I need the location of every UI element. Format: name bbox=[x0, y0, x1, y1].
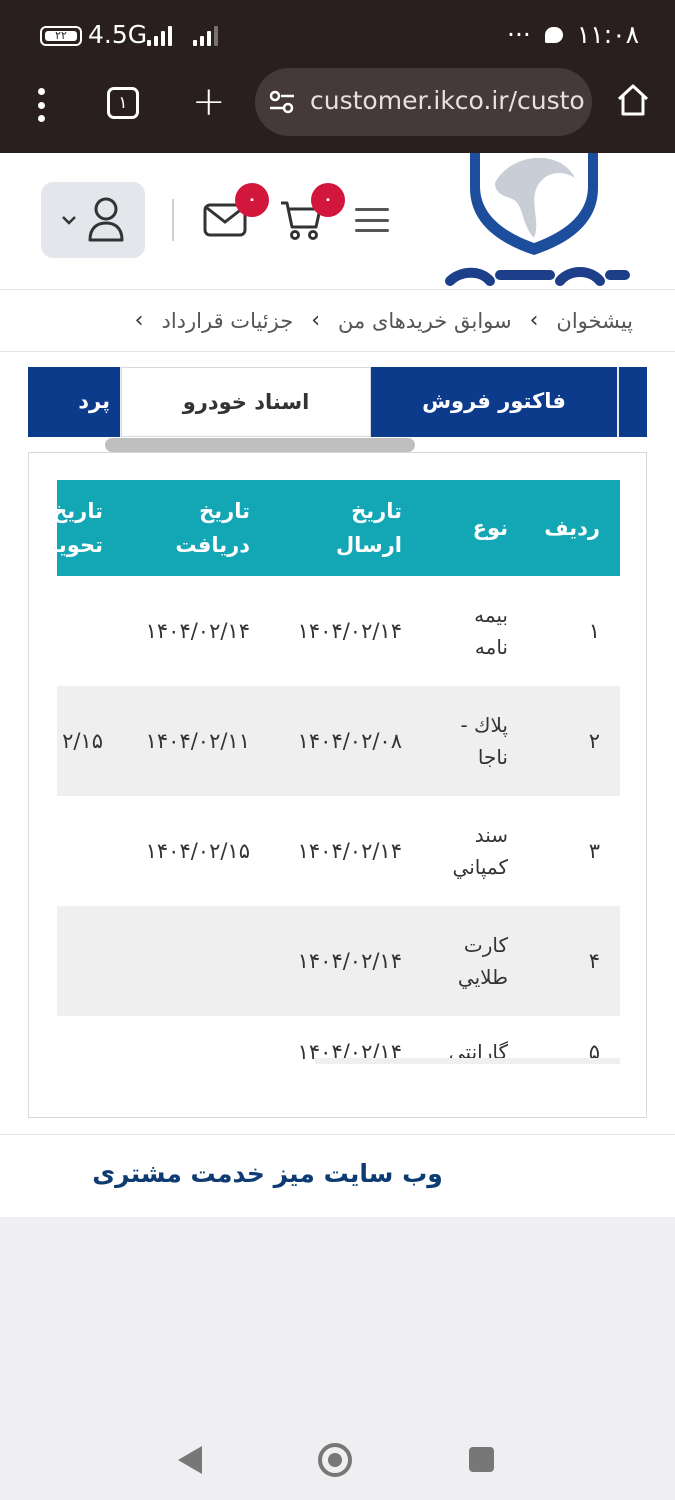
back-icon[interactable] bbox=[178, 1446, 202, 1474]
recent-apps-icon[interactable] bbox=[469, 1447, 494, 1472]
browser-menu-icon[interactable] bbox=[36, 88, 46, 122]
breadcrumb-separator-icon: › bbox=[529, 308, 539, 333]
tab-sales-invoice[interactable]: فاکتور فروش bbox=[371, 367, 617, 437]
breadcrumb-separator-icon: › bbox=[134, 308, 144, 333]
cell-send-date: ۱۴۰۴/۰۲/۱۴ bbox=[297, 949, 402, 973]
chat-notification-icon bbox=[544, 26, 563, 43]
customer-service-link[interactable]: وب سایت میز خدمت مشتری bbox=[0, 1159, 675, 1188]
cell-send-date: ۱۴۰۴/۰۲/۱۴ bbox=[297, 619, 402, 643]
document-tabs: فاکتور فروش اسناد خودرو پرد bbox=[28, 367, 647, 437]
site-header: ۰ ۰ bbox=[0, 153, 675, 290]
cell-row-number: ۴ bbox=[588, 949, 600, 973]
system-nav-bar bbox=[0, 1410, 675, 1500]
cell-receive-date: ۱۴۰۴/۰۲/۱۴ bbox=[145, 619, 250, 643]
hamburger-menu-icon[interactable] bbox=[355, 208, 389, 232]
documents-table-panel: ردیف نوع تاریخ ارسال تاریخ دریافت تاریخ … bbox=[28, 452, 647, 1118]
cell-row-number: ۲ bbox=[588, 729, 600, 753]
cell-send-date: ۱۴۰۴/۰۲/۰۸ bbox=[297, 729, 402, 753]
documents-table: ردیف نوع تاریخ ارسال تاریخ دریافت تاریخ … bbox=[57, 480, 620, 1085]
header-delivery-date: تاریخ تحویل bbox=[57, 499, 103, 557]
browser-toolbar: ۱ + customer.ikco.ir/custo bbox=[0, 68, 675, 153]
tab-switcher-button[interactable]: ۱ bbox=[107, 87, 139, 119]
url-text[interactable]: customer.ikco.ir/custo bbox=[310, 86, 585, 115]
breadcrumb-item-contract-details[interactable]: جزئیات قرارداد bbox=[161, 309, 293, 333]
table-row: ۲ پلاك - ناجا ۱۴۰۴/۰۲/۰۸ ۱۴۰۴/۰۲/۱۱ ۲/۱۵ bbox=[57, 686, 620, 796]
cell-type: بیمه نامه bbox=[474, 603, 508, 659]
network-type: 4.5G bbox=[88, 20, 148, 49]
ikco-logo[interactable] bbox=[440, 153, 630, 290]
cell-type: پلاك - ناجا bbox=[460, 713, 508, 769]
user-icon bbox=[88, 197, 124, 242]
home-icon[interactable] bbox=[615, 82, 651, 118]
cell-receive-date: ۱۴۰۴/۰۲/۱۱ bbox=[145, 729, 250, 753]
breadcrumb-item-dashboard[interactable]: پیشخوان bbox=[556, 309, 633, 333]
tab-payment[interactable]: پرد bbox=[28, 367, 120, 437]
site-settings-icon[interactable] bbox=[269, 90, 295, 114]
mail-count-badge: ۰ bbox=[235, 183, 269, 217]
battery-icon: ۲۲ bbox=[40, 26, 82, 46]
address-bar[interactable]: customer.ikco.ir/custo bbox=[255, 68, 592, 136]
cell-delivery-date: ۲/۱۵ bbox=[62, 729, 103, 753]
table-header: ردیف نوع تاریخ ارسال تاریخ دریافت تاریخ … bbox=[57, 480, 620, 576]
cart-count-badge: ۰ bbox=[311, 183, 345, 217]
tabs-scrollbar[interactable] bbox=[105, 438, 415, 452]
table-row: ۵ گارانتي ۱۴۰۴/۰۲/۱۴ bbox=[57, 1016, 620, 1085]
cell-row-number: ۱ bbox=[588, 619, 600, 643]
cell-send-date: ۱۴۰۴/۰۲/۱۴ bbox=[297, 839, 402, 863]
signal-icon bbox=[147, 24, 172, 46]
site-footer: وب سایت میز خدمت مشتری bbox=[0, 1134, 675, 1217]
header-receive-date: تاریخ دریافت bbox=[175, 499, 250, 557]
status-right: ··· ۱۱:۰۸ bbox=[507, 20, 639, 49]
cell-receive-date: ۱۴۰۴/۰۲/۱۵ bbox=[145, 839, 250, 863]
tab-vehicle-documents[interactable]: اسناد خودرو bbox=[121, 367, 371, 437]
main-content: فاکتور فروش اسناد خودرو پرد ردیف نوع تار… bbox=[0, 352, 675, 1134]
more-notifications-icon: ··· bbox=[507, 20, 531, 49]
header-row-number: ردیف bbox=[544, 516, 600, 540]
breadcrumb-item-purchase-history[interactable]: سوابق خریدهای من bbox=[338, 309, 512, 333]
signal-icon-secondary bbox=[193, 24, 218, 46]
header-divider bbox=[172, 199, 174, 241]
battery-level: ۲۲ bbox=[45, 30, 77, 41]
chevron-down-icon bbox=[62, 216, 76, 225]
user-menu-button[interactable] bbox=[41, 182, 145, 258]
home-button-icon[interactable] bbox=[318, 1443, 352, 1477]
header-type: نوع bbox=[472, 516, 508, 540]
status-bar: ۲۲ 4.5G ··· ۱۱:۰۸ bbox=[0, 0, 675, 68]
cell-row-number: ۳ bbox=[588, 839, 600, 863]
tab-partial-right[interactable] bbox=[619, 367, 647, 437]
clock: ۱۱:۰۸ bbox=[576, 20, 639, 49]
new-tab-icon[interactable]: + bbox=[192, 78, 226, 126]
breadcrumb: پیشخوان › سوابق خریدهای من › جزئیات قرار… bbox=[0, 290, 675, 352]
table-scrollbar[interactable] bbox=[315, 1058, 620, 1064]
cell-type: کارت طلايي bbox=[457, 933, 508, 989]
table-row: ۴ کارت طلايي ۱۴۰۴/۰۲/۱۴ bbox=[57, 906, 620, 1016]
breadcrumb-separator-icon: › bbox=[311, 308, 321, 333]
table-row: ۱ بیمه نامه ۱۴۰۴/۰۲/۱۴ ۱۴۰۴/۰۲/۱۴ bbox=[57, 576, 620, 686]
header-send-date: تاریخ ارسال bbox=[335, 499, 402, 557]
table-row: ۳ سند کمپاني ۱۴۰۴/۰۲/۱۴ ۱۴۰۴/۰۲/۱۵ bbox=[57, 796, 620, 906]
cell-type: سند کمپاني bbox=[452, 823, 508, 879]
